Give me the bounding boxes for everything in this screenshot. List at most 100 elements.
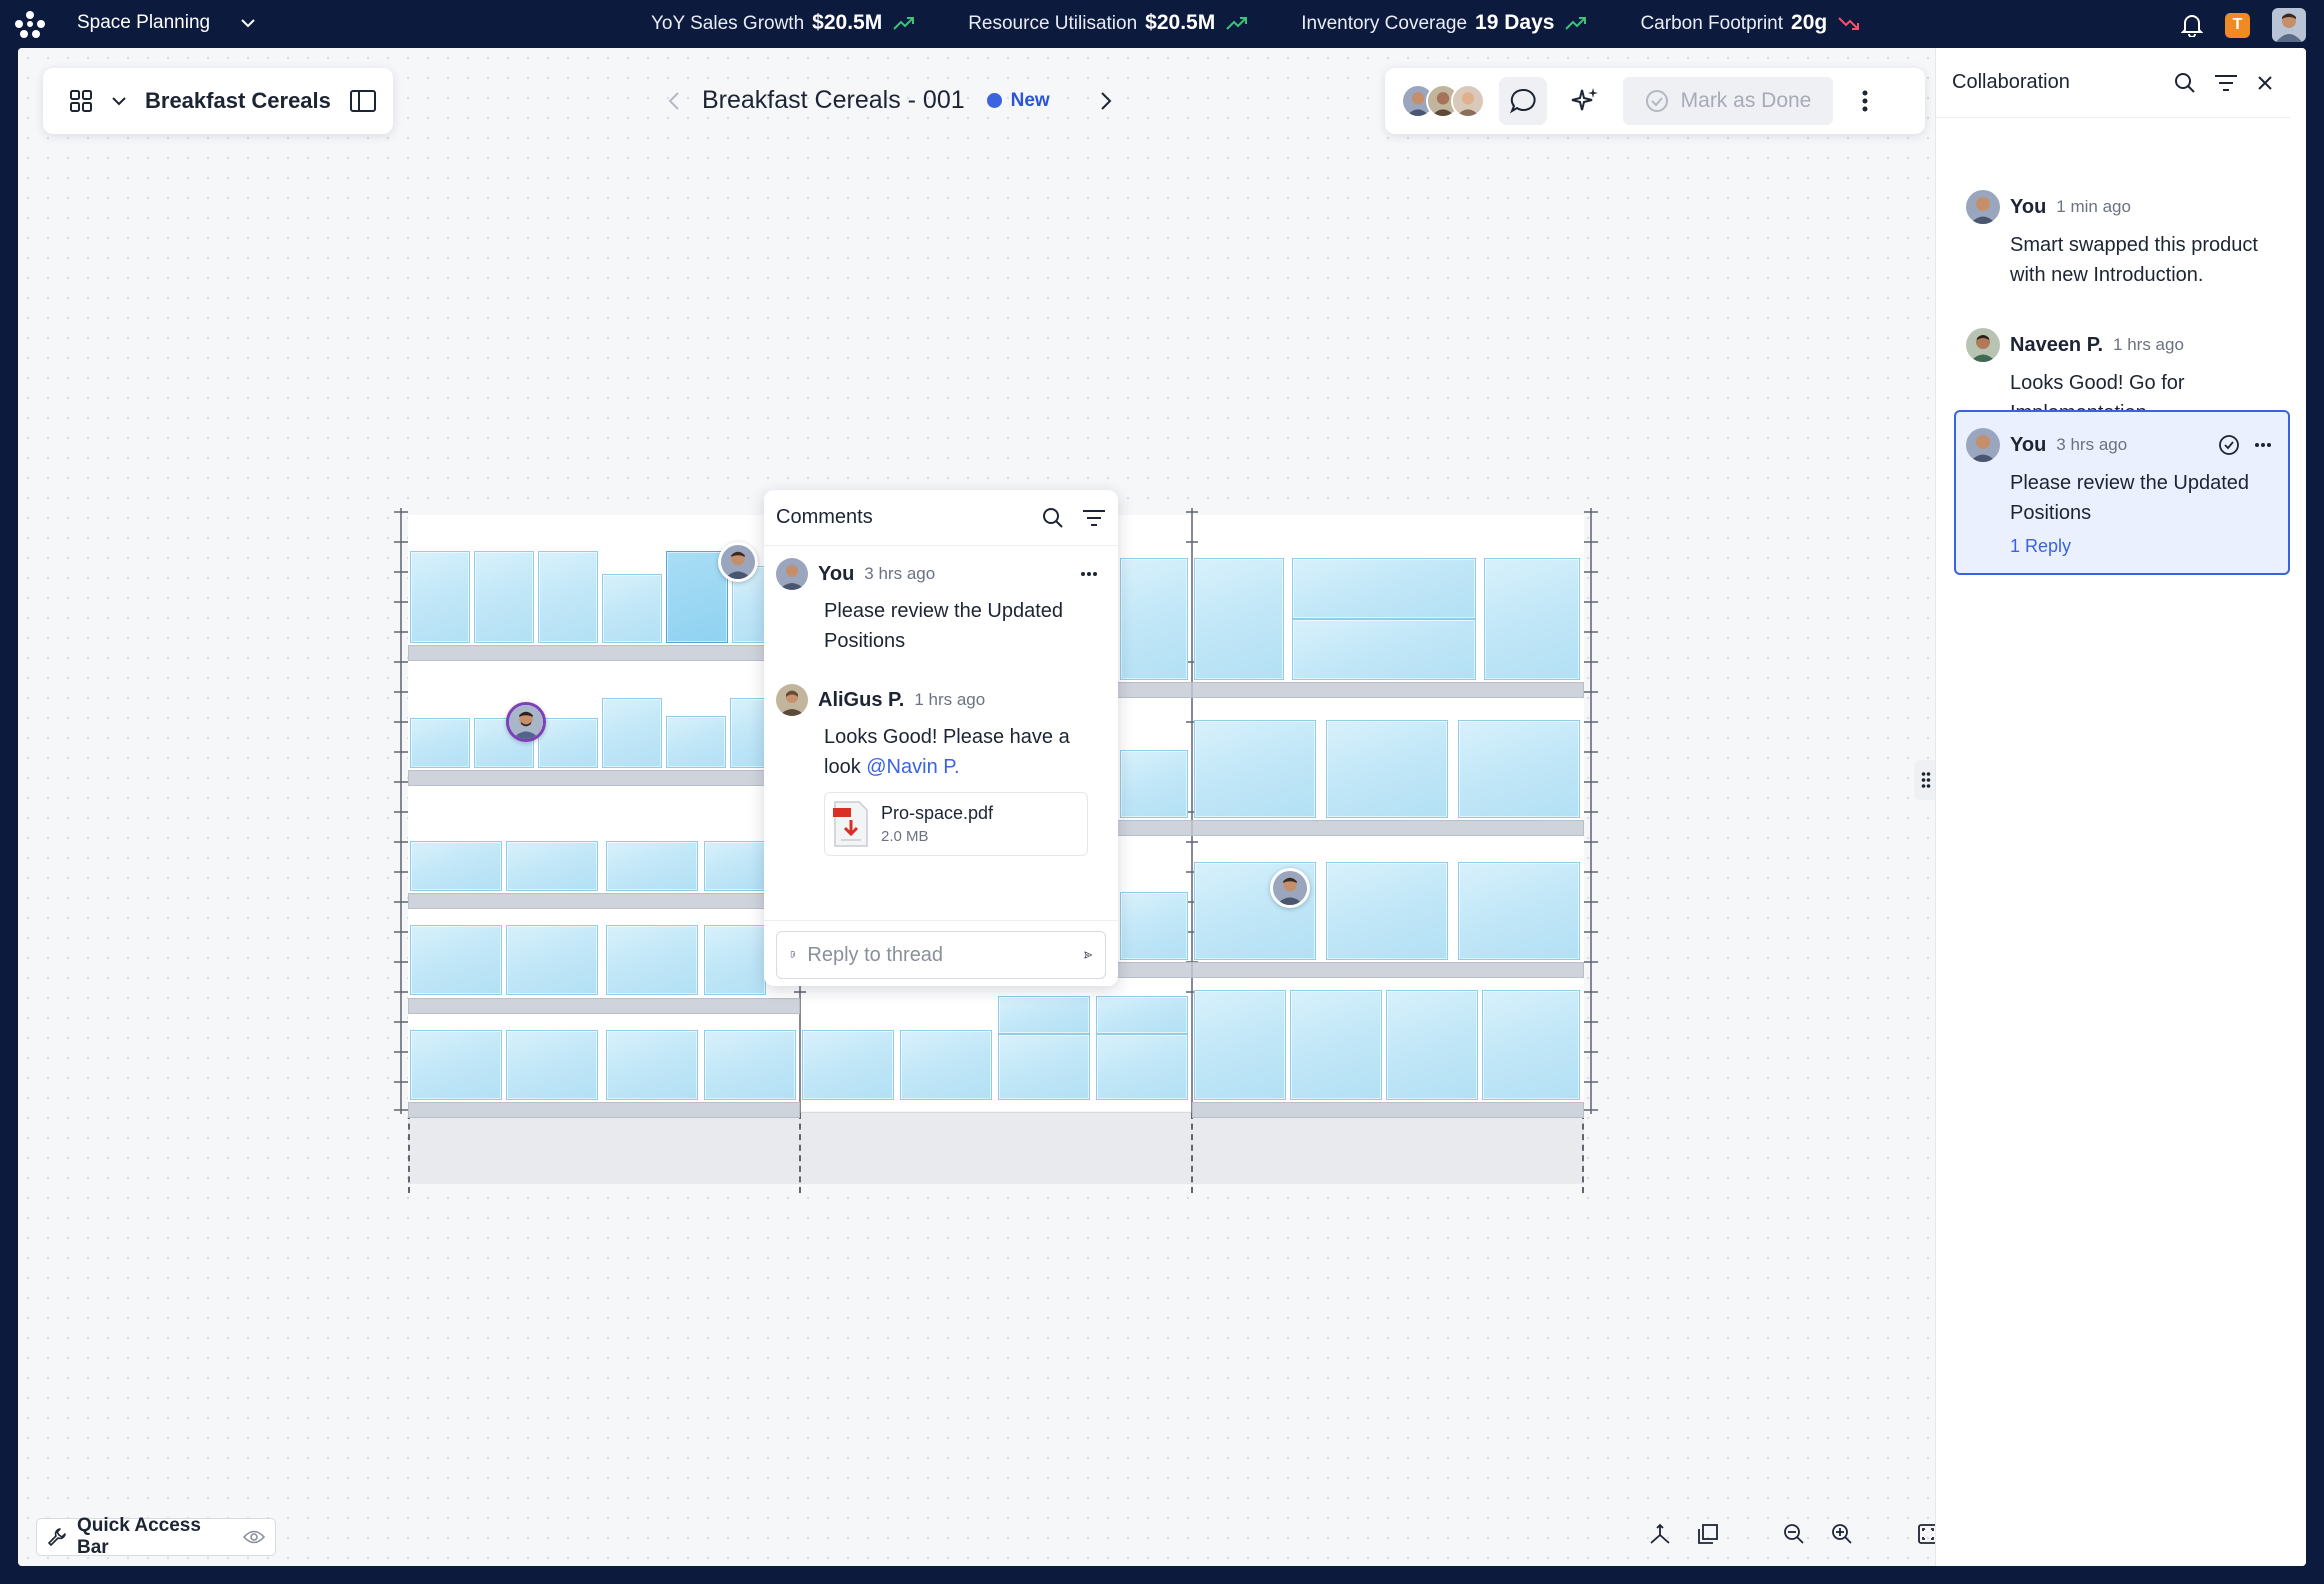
product-facing[interactable] <box>538 551 598 643</box>
quick-access-label: Quick Access Bar <box>77 1515 201 1558</box>
user-initial-badge[interactable]: T <box>2225 12 2250 38</box>
module-switcher[interactable]: Space Planning <box>77 12 256 34</box>
chat-bubble-icon <box>1509 88 1536 114</box>
product-facing[interactable] <box>410 925 502 995</box>
product-facing[interactable] <box>1386 990 1478 1100</box>
product-facing[interactable] <box>998 1034 1090 1100</box>
product-facing[interactable] <box>1096 1034 1188 1100</box>
product-facing[interactable] <box>606 925 698 995</box>
product-facing[interactable] <box>474 551 534 643</box>
comments-popup-header: Comments <box>764 490 1118 546</box>
collaborator-avatars[interactable] <box>1401 84 1485 118</box>
product-facing[interactable] <box>1292 619 1476 680</box>
comment-pin-avatar[interactable] <box>506 702 546 742</box>
product-facing[interactable] <box>1484 558 1580 680</box>
app-logo-icon[interactable] <box>14 10 46 38</box>
zoom-in-icon[interactable] <box>1830 1522 1854 1546</box>
product-facing[interactable] <box>1194 720 1316 818</box>
close-icon[interactable] <box>2256 74 2274 92</box>
product-facing[interactable] <box>1482 990 1580 1100</box>
chevron-down-icon[interactable] <box>111 96 127 106</box>
product-facing[interactable] <box>1194 990 1286 1100</box>
attachment-card[interactable]: Pro-space.pdf 2.0 MB <box>824 792 1088 856</box>
comment-author: You <box>2010 433 2047 456</box>
filter-icon[interactable] <box>2214 73 2238 93</box>
user-mention-link[interactable]: @Navin P. <box>866 756 959 778</box>
kpi-carbon-footprint: Carbon Footprint 20g <box>1640 11 1861 35</box>
comment-time: 1 min ago <box>2056 197 2131 216</box>
product-facing[interactable] <box>1326 862 1448 960</box>
product-facing[interactable] <box>410 841 502 891</box>
product-facing[interactable] <box>602 698 662 768</box>
bay-divider-dashed <box>408 1113 410 1193</box>
quick-access-bar[interactable]: Quick Access Bar <box>36 1515 276 1558</box>
search-icon[interactable] <box>1042 507 1064 529</box>
product-facing[interactable] <box>410 551 470 643</box>
zoom-out-icon[interactable] <box>1782 1522 1806 1546</box>
comments-toggle-button[interactable] <box>1499 77 1547 125</box>
planogram-canvas[interactable]: Breakfast Cereals Breakfast Cereals - 00… <box>18 48 1938 1566</box>
paperclip-icon[interactable] <box>789 944 795 966</box>
kpi-label: Resource Utilisation <box>968 13 1138 34</box>
product-facing[interactable] <box>704 841 766 891</box>
comment-time: 1 hrs ago <box>2113 335 2184 354</box>
axis-3d-icon[interactable] <box>1648 1522 1672 1546</box>
more-horizontal-icon[interactable] <box>1080 571 1098 577</box>
kpi-value: $20.5M <box>1145 11 1216 34</box>
product-facing[interactable] <box>704 1030 796 1100</box>
product-facing[interactable] <box>538 718 598 768</box>
category-title[interactable]: Breakfast Cereals <box>145 88 331 114</box>
reply-input[interactable] <box>807 943 1073 967</box>
product-facing[interactable] <box>666 716 726 768</box>
user-avatar[interactable] <box>2272 8 2306 42</box>
kpi-value: 20g <box>1791 11 1828 34</box>
resolve-check-icon[interactable] <box>2218 434 2240 456</box>
search-icon[interactable] <box>2174 72 2196 94</box>
product-facing[interactable] <box>900 1030 992 1100</box>
product-facing[interactable] <box>506 1030 598 1100</box>
more-vertical-icon[interactable] <box>1861 89 1869 113</box>
bell-icon[interactable] <box>2181 13 2203 37</box>
filter-icon[interactable] <box>1082 508 1106 528</box>
collaboration-comment-active[interactable]: You 3 hrs ago Please review the Updated … <box>1954 410 2290 575</box>
product-facing[interactable] <box>1194 558 1284 680</box>
kpi-resource-utilisation: Resource Utilisation $20.5M <box>968 11 1249 35</box>
product-facing[interactable] <box>704 925 766 995</box>
chevron-left-icon[interactable] <box>668 91 680 111</box>
comment-pin-avatar[interactable] <box>718 542 758 582</box>
chevron-right-icon[interactable] <box>1100 91 1112 111</box>
product-facing[interactable] <box>410 718 470 768</box>
comment-pin-avatar[interactable] <box>1270 868 1310 908</box>
product-facing[interactable] <box>1458 862 1580 960</box>
product-facing[interactable] <box>1290 990 1382 1100</box>
reply-count-link[interactable]: 1 Reply <box>2010 536 2272 557</box>
product-facing[interactable] <box>602 574 662 643</box>
product-facing[interactable] <box>1120 750 1188 818</box>
collaboration-comment[interactable]: You 1 min ago Smart swapped this product… <box>1936 174 2291 306</box>
product-facing[interactable] <box>802 1030 894 1100</box>
product-facing[interactable] <box>1326 720 1448 818</box>
comment-time: 3 hrs ago <box>864 564 936 583</box>
mark-as-done-button[interactable]: Mark as Done <box>1623 77 1833 125</box>
shelf <box>408 645 800 661</box>
product-facing[interactable] <box>1120 892 1188 960</box>
layers-view-icon[interactable] <box>1696 1522 1720 1546</box>
product-facing[interactable] <box>506 925 598 995</box>
product-facing[interactable] <box>1292 558 1476 619</box>
kpi-label: YoY Sales Growth <box>651 13 805 34</box>
sidebar-toggle-icon[interactable] <box>349 89 377 113</box>
product-facing[interactable] <box>1458 720 1580 818</box>
send-icon[interactable] <box>1084 944 1093 966</box>
product-facing[interactable] <box>998 996 1090 1034</box>
product-facing[interactable] <box>506 841 598 891</box>
product-facing[interactable] <box>1120 558 1188 680</box>
product-facing[interactable] <box>606 841 698 891</box>
product-facing[interactable] <box>730 698 766 768</box>
product-facing[interactable] <box>606 1030 698 1100</box>
ai-sparkle-button[interactable] <box>1561 77 1609 125</box>
product-facing[interactable] <box>410 1030 502 1100</box>
more-horizontal-icon[interactable] <box>2254 442 2272 448</box>
product-facing[interactable] <box>1096 996 1188 1034</box>
eye-icon[interactable] <box>243 1529 265 1545</box>
grid-icon[interactable] <box>69 89 93 113</box>
